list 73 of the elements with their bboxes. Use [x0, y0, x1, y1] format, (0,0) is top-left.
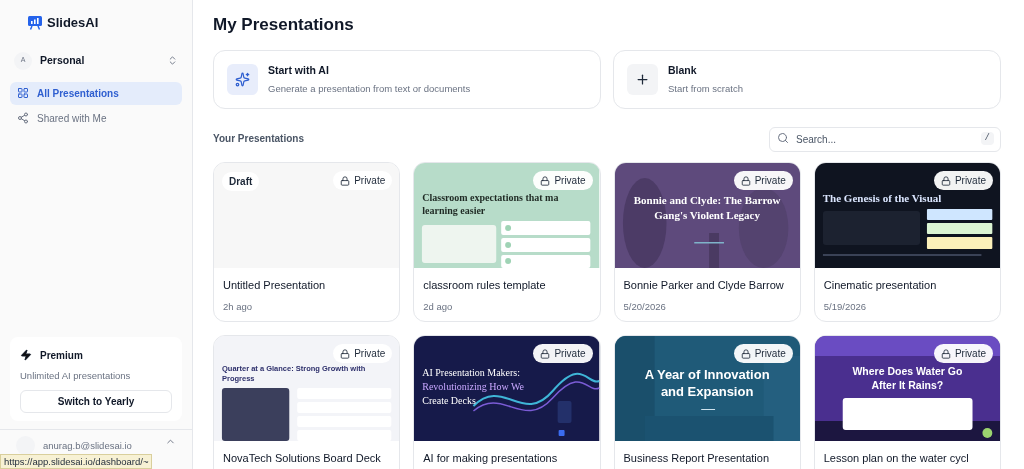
- presentation-card[interactable]: Private Where Does Water Go After It Rains? Lesson plan on the water cycl: [813, 335, 1001, 469]
- link-tooltip: https://app.slidesai.io/dashboard/~: [0, 454, 153, 469]
- lock-icon: [740, 348, 751, 359]
- presentation-title: Cinematic presentation: [822, 278, 938, 292]
- search-icon: [777, 132, 789, 144]
- slide-heading: Where Does Water Go: [852, 364, 963, 378]
- option-subtitle: Generate a presentation from text or documents: [268, 81, 471, 96]
- share-icon: [17, 112, 29, 124]
- slide-heading: A Year of Innovation: [644, 366, 770, 383]
- logo-icon: [27, 15, 43, 31]
- presentation-card[interactable]: Private A Year of Innovation and Expansion Business Report Presentation: [613, 335, 801, 469]
- brand-name: SlidesAI: [47, 14, 99, 32]
- option-title: Blank: [668, 63, 698, 78]
- option-subtitle: Start from scratch: [668, 81, 743, 96]
- presentation-card[interactable]: Private Bonnie and Clyde: The Barrow Gang's Violent Legacy Bonnie Parker and Clyde Barrow 5/20/2026: [613, 162, 801, 322]
- presentation-title: Lesson plan on the water cycl: [822, 451, 970, 465]
- sparkles-icon: [227, 64, 258, 95]
- presentation-title: AI for making presentations: [422, 451, 559, 465]
- presentation-card[interactable]: Draft Private Untitled Presentation 2h ago: [213, 162, 401, 322]
- nav-item[interactable]: Shared with Me: [10, 106, 182, 130]
- visibility-label: Private: [954, 347, 986, 361]
- lock-icon: [340, 348, 351, 359]
- lock-icon: [940, 175, 951, 186]
- page-title: My Presentations: [213, 14, 355, 36]
- user-email: anurag.b@slidesai.io: [43, 439, 133, 453]
- switch-plan-button[interactable]: Switch to Yearly: [20, 390, 172, 413]
- lock-icon: [340, 175, 351, 186]
- presentation-card[interactable]: Private AI Presentation Makers: Revolutionizing How We Create Decks AI for making presentations: [413, 335, 601, 469]
- slide-heading: Bonnie and Clyde: The Barrow: [633, 193, 781, 208]
- presentation-title: Business Report Presentation: [622, 451, 771, 465]
- section-title: Your Presentations: [213, 132, 304, 146]
- lock-icon: [540, 175, 551, 186]
- lock-icon: [740, 175, 751, 186]
- workspace-name: Personal: [40, 52, 86, 68]
- presentation-date: 2h ago: [222, 300, 254, 314]
- visibility-label: Private: [954, 174, 986, 188]
- slide-heading: Create Decks: [422, 394, 476, 408]
- slide-heading: Revolutionizing How We: [422, 380, 525, 394]
- create-option-card[interactable]: Blank Start from scratch: [613, 50, 1001, 109]
- presentation-title: Bonnie Parker and Clyde Barrow: [622, 278, 785, 292]
- presentation-date: 2d ago: [422, 300, 454, 314]
- presentation-date: 5/19/2026: [822, 300, 867, 314]
- slide-heading: After It Rains?: [871, 378, 944, 392]
- lightning-icon: [20, 349, 32, 362]
- visibility-label: Private: [554, 174, 586, 188]
- option-title: Start with AI: [268, 63, 330, 78]
- presentation-title: NovaTech Solutions Board Deck: [222, 451, 382, 465]
- shortcut-key: /: [980, 132, 994, 145]
- lock-icon: [940, 348, 951, 359]
- chevrons-icon: [167, 55, 178, 66]
- presentation-date: 5/20/2026: [622, 300, 667, 314]
- visibility-label: Private: [754, 174, 786, 188]
- visibility-label: Private: [354, 347, 386, 361]
- presentation-title: classroom rules template: [422, 278, 547, 292]
- visibility-label: Private: [554, 347, 586, 361]
- nav-item[interactable]: All Presentations: [10, 81, 182, 105]
- slide-heading: Gang's Violent Legacy: [654, 208, 760, 223]
- presentation-card[interactable]: Private Classroom expectations that ma learning easier classroom rules template 2d ago: [413, 162, 601, 322]
- grid-icon: [17, 87, 29, 99]
- slide-heading: learning easier: [422, 204, 486, 217]
- visibility-label: Private: [754, 347, 786, 361]
- plan-name: Premium: [40, 348, 83, 363]
- create-option-card[interactable]: Start with AI Generate a presentation from text or documents: [213, 50, 601, 109]
- slide-heading: The Genesis of the Visual: [822, 191, 942, 205]
- slide-heading: AI Presentation Makers:: [422, 366, 520, 380]
- slide-heading: and Expansion: [660, 383, 754, 400]
- plan-description: Unlimited AI presentations: [20, 368, 132, 383]
- visibility-label: Private: [354, 174, 386, 188]
- presentation-title: Untitled Presentation: [222, 278, 327, 292]
- plus-icon: [627, 64, 658, 95]
- slide-heading: Classroom expectations that ma: [422, 191, 559, 204]
- presentation-card[interactable]: Private The Genesis of the Visual Cinematic presentation 5/19/2026: [813, 162, 1001, 322]
- lock-icon: [540, 348, 551, 359]
